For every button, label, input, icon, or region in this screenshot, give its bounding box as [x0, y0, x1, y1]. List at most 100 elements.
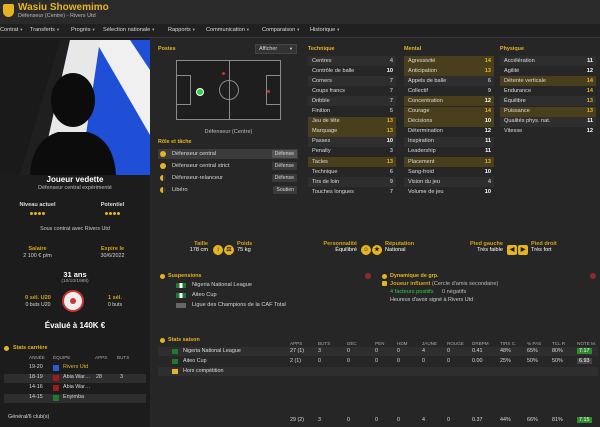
career-row[interactable]: 18-19 Abia War… 28 3 [4, 374, 146, 383]
attribute-name: Équilibre [504, 97, 526, 104]
technique-attribute-row[interactable]: Jeu de tête 13 [308, 116, 396, 127]
career-row[interactable]: 19-20 Rivers Utd [4, 364, 146, 373]
attribute-name: Qualités phys. nat. [504, 118, 551, 125]
technique-attribute-row[interactable]: Marquage 13 [308, 126, 396, 137]
mental-attribute-row[interactable]: Vision du jeu 4 [404, 177, 494, 188]
technique-attribute-row[interactable]: Tirs de loin 9 [308, 177, 396, 188]
technique-attribute-row[interactable]: Centres 4 [308, 56, 396, 66]
attribute-name: Marquage [312, 128, 338, 135]
career-row[interactable]: 14-16 Abia War… [4, 384, 146, 393]
mental-attribute-row[interactable]: Anticipation 13 [404, 66, 494, 77]
physique-attribute-row[interactable]: Puissance 13 [500, 106, 596, 117]
season-stat-cell: 3 [318, 348, 321, 354]
technique-attribute-row[interactable]: Touches longues 7 [308, 187, 396, 197]
mental-attribute-row[interactable]: Décisions 10 [404, 116, 494, 127]
mental-attribute-row[interactable]: Appels de balle 6 [404, 76, 494, 87]
menu-historique[interactable]: Historique▼ [310, 27, 340, 33]
club-badge-icon [53, 365, 59, 371]
attribute-name: Placement [408, 158, 435, 165]
attribute-name: Tirs de loin [312, 178, 340, 185]
season-col-header[interactable]: HDM [397, 341, 407, 346]
technique-attribute-row[interactable]: Passes 10 [308, 136, 396, 147]
technique-attribute-row[interactable]: Coups francs 7 [308, 86, 396, 96]
attribute-name: Sang-froid [408, 168, 434, 175]
technique-attribute-row[interactable]: Finition 5 [308, 107, 396, 117]
menu-selection[interactable]: Sélection nationale▼ [103, 27, 155, 33]
role-name: Défenseur central strict [172, 162, 230, 169]
career-team[interactable]: Rivers Utd [63, 364, 88, 370]
technique-attribute-row[interactable]: Tacles 13 [308, 157, 396, 167]
physique-attribute-row[interactable]: Détente verticale 14 [500, 76, 596, 87]
season-col-header[interactable]: % PAS [527, 341, 541, 346]
season-col-header[interactable]: TCL R [552, 341, 565, 346]
season-col-header[interactable]: APPS [290, 341, 302, 346]
mental-attribute-row[interactable]: Courage 14 [404, 106, 494, 117]
season-col-header[interactable]: BUTS [318, 341, 330, 346]
technique-attribute-row[interactable]: Corners 7 [308, 76, 396, 87]
season-competition[interactable]: Hors compétition [183, 368, 223, 374]
season-col-header[interactable]: DRBPM [472, 341, 489, 346]
season-stat-cell: 80% [552, 348, 563, 354]
menu-rapports[interactable]: Rapports▼ [168, 27, 196, 33]
season-competition[interactable]: Aiteo Cup [183, 358, 207, 364]
career-team[interactable]: Abia War… [63, 384, 90, 390]
attribute-name: Leadership [408, 148, 436, 155]
current-ability-stars [0, 211, 75, 217]
mental-attribute-row[interactable]: Agressivité 14 [404, 56, 494, 66]
role-duty[interactable]: Défense [271, 174, 297, 182]
role-row[interactable]: Défenseur-relanceur Défense [158, 173, 298, 183]
attribute-name: Agilité [504, 67, 520, 74]
physique-attribute-row[interactable]: Agilité 12 [500, 66, 596, 76]
menu-contrat[interactable]: Contrat▼ [0, 27, 23, 33]
attribute-name: Touches longues [312, 188, 354, 195]
physique-attribute-row[interactable]: Accélération 11 [500, 56, 596, 66]
career-team[interactable]: Abia War… [63, 374, 90, 380]
career-row[interactable]: 14-15 Enyimba [4, 394, 146, 403]
role-duty[interactable]: Soutien [273, 186, 297, 194]
menu-label: Progrès [71, 27, 91, 33]
role-duty[interactable]: Défense [271, 162, 297, 170]
menu-progres[interactable]: Progrès▼ [71, 27, 96, 33]
mental-attribute-row[interactable]: Placement 13 [404, 157, 494, 167]
season-competition[interactable]: Nigeria National League [183, 348, 241, 354]
mental-attribute-row[interactable]: Sang-froid 10 [404, 167, 494, 177]
weight-value: 75 kg [237, 247, 251, 253]
mental-attribute-row[interactable]: Détermination 12 [404, 127, 494, 137]
season-col-header[interactable]: ROUGE [447, 341, 464, 346]
season-col-header[interactable]: NOTE M. [577, 341, 596, 346]
technique-attribute-row[interactable]: Technique 6 [308, 167, 396, 177]
season-row[interactable] [158, 367, 598, 376]
mental-attribute-row[interactable]: Collectif 9 [404, 86, 494, 96]
physique-attribute-row[interactable]: Équilibre 13 [500, 96, 596, 107]
technique-attribute-row[interactable]: Contrôle de balle 10 [308, 66, 396, 76]
technique-attribute-row[interactable]: Penalty 3 [308, 147, 396, 157]
physique-attribute-row[interactable]: Vitesse 12 [500, 127, 596, 137]
menu-communication[interactable]: Communication▼ [206, 27, 250, 33]
season-stat-cell: 2 (1) [290, 358, 302, 364]
physique-attribute-row[interactable]: Qualités phys. nat. 11 [500, 116, 596, 127]
role-duty[interactable]: Défense [271, 150, 297, 158]
mental-attribute-row[interactable]: Inspiration 11 [404, 136, 494, 147]
career-team[interactable]: Enyimba [63, 394, 84, 400]
season-col-header[interactable]: PEN [375, 341, 384, 346]
season-stat-cell: 0 [397, 348, 400, 354]
menu-comparaison[interactable]: Comparaison▼ [262, 27, 300, 33]
role-row[interactable]: Défenseur central strict Défense [158, 161, 298, 171]
role-row[interactable]: Libéro Soutien [158, 185, 298, 195]
physique-attribute-row[interactable]: Endurance 14 [500, 86, 596, 96]
collapse-icon[interactable] [365, 273, 371, 279]
menu-transferts[interactable]: Transferts▼ [30, 27, 60, 33]
role-row[interactable]: Défenseur central Défense [158, 149, 298, 159]
season-col-header[interactable]: DÉC [347, 341, 357, 346]
chevron-down-icon: ▼ [289, 46, 293, 51]
technique-attribute-row[interactable]: Dribble 7 [308, 96, 396, 107]
collapse-icon[interactable] [590, 273, 596, 279]
positions-dropdown[interactable]: Afficher ▼ [255, 44, 297, 54]
mental-attribute-row[interactable]: Concentration 12 [404, 96, 494, 107]
mental-attribute-row[interactable]: Leadership 11 [404, 147, 494, 157]
season-col-header[interactable]: TIRS C. [500, 341, 516, 346]
attribute-name: Tacles [312, 158, 328, 165]
season-col-header[interactable]: JAUNE [422, 341, 437, 346]
attribute-value: 7 [389, 97, 393, 104]
mental-attribute-row[interactable]: Volume de jeu 10 [404, 187, 494, 197]
